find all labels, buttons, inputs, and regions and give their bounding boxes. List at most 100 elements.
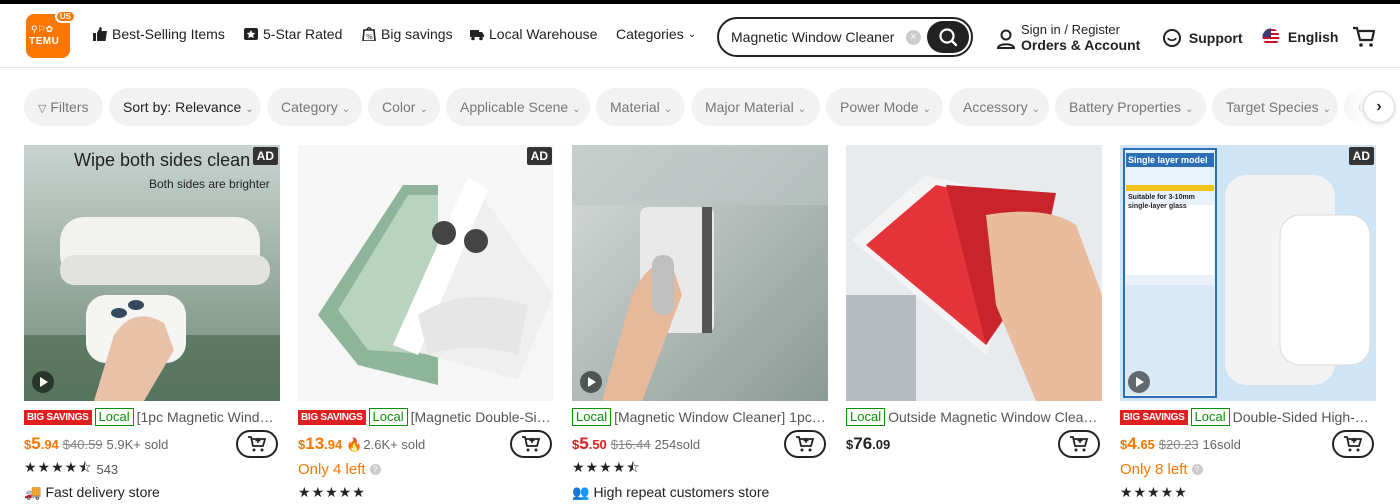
price: $5.50 bbox=[572, 434, 607, 454]
add-to-cart-button[interactable] bbox=[1332, 430, 1374, 458]
info-icon[interactable]: ? bbox=[369, 463, 381, 475]
product-image[interactable]: AD bbox=[298, 145, 554, 401]
chip-power-mode[interactable]: Power Mode ⌄ bbox=[826, 88, 943, 126]
chip-applicable-scene[interactable]: Applicable Scene ⌄ bbox=[446, 88, 590, 126]
price-cents: .09 bbox=[872, 437, 891, 452]
nav-best-selling[interactable]: Best-Selling Items bbox=[92, 26, 225, 42]
language-selector[interactable]: English bbox=[1262, 28, 1338, 46]
chevron-down-icon: ⌄ bbox=[1031, 104, 1040, 115]
info-icon[interactable]: ? bbox=[1191, 463, 1203, 475]
filters-button[interactable]: ▽ Filters bbox=[24, 88, 103, 126]
product-title[interactable]: [Magnetic Window Cleaner] 1pc Double-Sid… bbox=[614, 409, 828, 425]
support-link[interactable]: Support bbox=[1162, 28, 1243, 48]
image-callout-sub: Suitable for 3-10mm single-layer glass bbox=[1128, 194, 1195, 210]
region-badge: US bbox=[54, 10, 76, 23]
product-image[interactable] bbox=[572, 145, 828, 401]
svg-text:%: % bbox=[366, 33, 373, 41]
price-whole: 4 bbox=[1127, 434, 1137, 453]
ad-badge: AD bbox=[252, 147, 278, 165]
nav-label: 5-Star Rated bbox=[263, 26, 343, 42]
product-card[interactable]: Local [Magnetic Window Cleaner] 1pc Doub… bbox=[572, 145, 828, 504]
stock-warning: Only 8 left bbox=[1120, 460, 1188, 478]
product-title-line: Local Outside Magnetic Window Cleaner bbox=[846, 407, 1102, 427]
local-badge: Local bbox=[846, 408, 886, 426]
product-photo bbox=[298, 145, 554, 401]
nav-label: Local Warehouse bbox=[489, 26, 598, 42]
add-to-cart-button[interactable] bbox=[1058, 430, 1100, 458]
cart-button[interactable] bbox=[1352, 26, 1376, 53]
product-title-line: BIG SAVINGS Local [1pc Magnetic Window C… bbox=[24, 407, 280, 427]
nav-local-warehouse[interactable]: Local Warehouse bbox=[469, 26, 597, 42]
chevron-down-icon: ⌄ bbox=[572, 104, 581, 115]
nav-categories[interactable]: Categories ⌄ bbox=[616, 26, 696, 42]
star-rating: ★★★★⯪ bbox=[24, 459, 93, 475]
chip-battery-properties[interactable]: Battery Properties ⌄ bbox=[1055, 88, 1206, 126]
price-cents: .94 bbox=[324, 437, 343, 452]
product-title[interactable]: Outside Magnetic Window Cleaner bbox=[888, 409, 1102, 425]
sold-count: 2.6K+ sold bbox=[363, 437, 426, 452]
nav-big-savings[interactable]: % Big savings bbox=[361, 26, 453, 42]
chip-label: Accessory bbox=[963, 99, 1028, 115]
big-savings-badge: BIG SAVINGS bbox=[1120, 409, 1188, 425]
chip-accessory[interactable]: Accessory ⌄ bbox=[949, 88, 1049, 126]
search-button[interactable] bbox=[927, 21, 969, 53]
sold-count: 16sold bbox=[1202, 437, 1241, 452]
product-image[interactable]: Wipe both sides clean Both sides are bri… bbox=[24, 145, 280, 401]
product-title[interactable]: [Magnetic Double-Sided Window Cleaner] bbox=[411, 409, 554, 425]
play-video-icon[interactable] bbox=[1128, 371, 1150, 393]
product-image[interactable]: Single layer model Suitable for 3-10mm s… bbox=[1120, 145, 1376, 401]
temu-logo[interactable]: ⚲⚐✿ TEMU US bbox=[26, 10, 76, 58]
chevron-down-icon: ⌄ bbox=[1322, 104, 1331, 115]
cart-icon bbox=[1353, 26, 1376, 47]
play-video-icon[interactable] bbox=[32, 371, 54, 393]
ad-badge: AD bbox=[526, 147, 552, 165]
chip-target-species[interactable]: Target Species ⌄ bbox=[1212, 88, 1338, 126]
product-card[interactable]: Local Outside Magnetic Window Cleaner $7… bbox=[846, 145, 1102, 504]
chip-label: Color bbox=[382, 99, 416, 115]
product-card[interactable]: AD BIG SAVINGS Local [Magnetic Double-Si… bbox=[298, 145, 554, 504]
sold-count: 5.9K+ sold bbox=[106, 437, 169, 452]
product-card[interactable]: Single layer model Suitable for 3-10mm s… bbox=[1120, 145, 1376, 504]
chip-major-material[interactable]: Major Material ⌄ bbox=[691, 88, 820, 126]
discount-bag-icon: % bbox=[362, 27, 376, 41]
chip-category[interactable]: Category ⌄ bbox=[267, 88, 362, 126]
sort-label: Sort by: Relevance bbox=[123, 99, 242, 115]
chevron-down-icon: ⌄ bbox=[419, 104, 428, 115]
support-icon bbox=[1163, 29, 1181, 47]
add-to-cart-button[interactable] bbox=[236, 430, 278, 458]
rating-line: ★★★★⯪ bbox=[572, 459, 640, 478]
site-header: ⚲⚐✿ TEMU US Best-Selling Items 5-Star Ra… bbox=[0, 4, 1400, 68]
product-card[interactable]: Wipe both sides clean Both sides are bri… bbox=[24, 145, 280, 504]
product-title-line: BIG SAVINGS Local [Magnetic Double-Sided… bbox=[298, 407, 554, 427]
product-photo bbox=[1120, 145, 1376, 401]
product-title-line: Local [Magnetic Window Cleaner] 1pc Doub… bbox=[572, 407, 828, 427]
filter-icon: ▽ bbox=[38, 103, 47, 115]
big-savings-badge: BIG SAVINGS bbox=[24, 409, 92, 425]
store-label: High repeat customers store bbox=[593, 484, 770, 500]
product-title[interactable]: [1pc Magnetic Window Cleaner] bbox=[137, 409, 280, 425]
nav-label: Best-Selling Items bbox=[112, 26, 225, 42]
product-image[interactable] bbox=[846, 145, 1102, 401]
chip-color[interactable]: Color ⌄ bbox=[368, 88, 440, 126]
add-to-cart-button[interactable] bbox=[784, 430, 826, 458]
product-photo bbox=[572, 145, 828, 401]
nav-five-star[interactable]: 5-Star Rated bbox=[243, 26, 342, 42]
star-rating: ★★★★★ bbox=[1120, 483, 1188, 500]
sort-dropdown[interactable]: Sort by: Relevance ⌄ bbox=[109, 88, 261, 126]
add-to-cart-button[interactable] bbox=[510, 430, 552, 458]
search-input[interactable] bbox=[731, 27, 911, 47]
play-video-icon[interactable] bbox=[580, 371, 602, 393]
ad-badge: AD bbox=[1348, 147, 1374, 165]
scroll-right-button[interactable]: › bbox=[1363, 91, 1395, 123]
price: $5.94 bbox=[24, 434, 59, 454]
chip-material[interactable]: Material ⌄ bbox=[596, 88, 685, 126]
chip-label: Applicable Scene bbox=[460, 99, 569, 115]
product-title-line: BIG SAVINGS Local Double-Sided High-Rise… bbox=[1120, 407, 1376, 427]
product-title[interactable]: Double-Sided High-Rise Window Cleaner bbox=[1233, 409, 1376, 425]
price-cents: .65 bbox=[1136, 437, 1155, 452]
chevron-down-icon: ⌄ bbox=[341, 104, 351, 115]
price-line: $5.94 $40.59 5.9K+ sold bbox=[24, 434, 168, 458]
clear-search-icon[interactable]: × bbox=[906, 30, 921, 45]
account-line2: Orders & Account bbox=[1021, 37, 1141, 53]
chevron-right-icon: › bbox=[1376, 98, 1382, 115]
